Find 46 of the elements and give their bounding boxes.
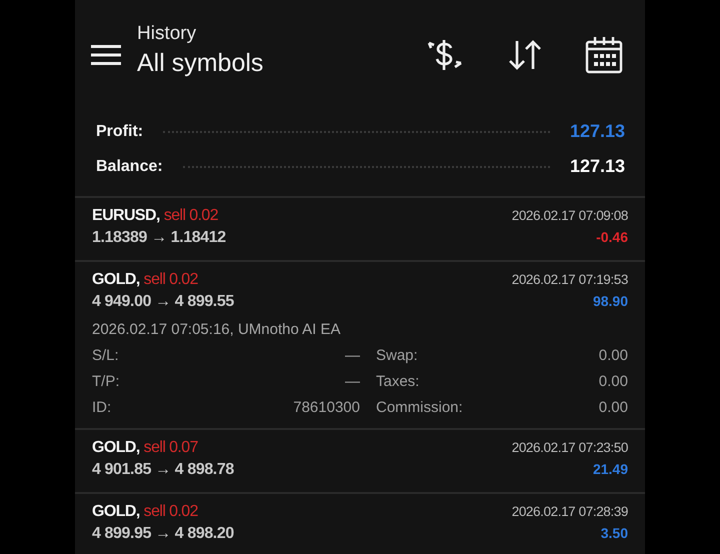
close-time: 2026.02.17 07:19:53 [512, 272, 628, 287]
deal-type: sell 0.02 [144, 271, 198, 289]
summary-label: Balance: [96, 158, 163, 176]
profit-value: 21.49 [592, 461, 628, 477]
detail-label: ID: [92, 398, 112, 418]
deal-type: sell 0.02 [144, 503, 198, 521]
detail-value: 0.00 [598, 372, 628, 392]
symbol-label: GOLD, [92, 503, 140, 521]
detail-value: 0.00 [598, 346, 628, 366]
summary-label: Profit: [96, 122, 144, 140]
sort-icon[interactable] [507, 39, 543, 71]
trade-row[interactable]: GOLD, sell 0.07 2026.02.17 07:23:50 4 901.85 → 4 898.78 21.49 [75, 430, 645, 494]
symbol-label: GOLD, [92, 439, 140, 457]
detail-label: Swap: [375, 346, 419, 366]
trade-row[interactable]: GOLD, sell 0.02 2026.02.17 07:19:53 4 949.00 → 4 899.55 98.90 2026.02.17 07:05:16, UMnotho AI EA S/L: — Swap: 0.00 T/P: — Taxes: 0.00 ID: 78610300 Commission: 0.00 [75, 262, 645, 430]
profit-value: -0.46 [596, 229, 628, 245]
close-time: 2026.02.17 07:09:08 [512, 208, 628, 223]
screen-title: History [137, 22, 198, 44]
calendar-icon[interactable] [585, 36, 623, 74]
price-range: 4 899.95 → 4 898.20 [92, 525, 234, 543]
close-time: 2026.02.17 07:23:50 [512, 440, 628, 455]
deal-type: sell 0.02 [164, 207, 218, 225]
detail-value: 78610300 [293, 398, 360, 418]
summary-value: 127.13 [570, 156, 625, 177]
price-range: 4 949.00 → 4 899.55 [92, 293, 234, 311]
symbol-label: GOLD, [92, 271, 140, 289]
open-info: 2026.02.17 07:05:16, UMnotho AI EA [92, 321, 342, 340]
symbol-label: EURUSD, [92, 207, 160, 225]
detail-value: — [345, 346, 360, 366]
trade-row[interactable]: GOLD, sell 0.02 2026.02.17 07:28:39 4 899.95 → 4 898.20 3.50 [75, 494, 645, 554]
close-time: 2026.02.17 07:28:39 [512, 504, 628, 519]
deal-type: sell 0.07 [144, 439, 198, 457]
detail-value: 0.00 [598, 398, 628, 418]
detail-label: Taxes: [375, 372, 420, 392]
summary-value: 127.13 [570, 121, 625, 142]
symbol-filter[interactable]: All symbols [137, 48, 264, 78]
trade-row[interactable]: EURUSD, sell 0.02 2026.02.17 07:09:08 1.18389 → 1.18412 -0.46 [75, 198, 645, 262]
detail-label: S/L: [92, 346, 120, 366]
menu-icon[interactable] [91, 44, 121, 66]
detail-label: Commission: [375, 398, 464, 418]
detail-label: T/P: [92, 372, 121, 392]
profit-value: 98.90 [592, 293, 628, 309]
detail-value: — [345, 372, 360, 392]
profit-value: 3.50 [600, 525, 628, 541]
price-range: 1.18389 → 1.18412 [92, 229, 226, 247]
price-range: 4 901.85 → 4 898.78 [92, 461, 234, 479]
